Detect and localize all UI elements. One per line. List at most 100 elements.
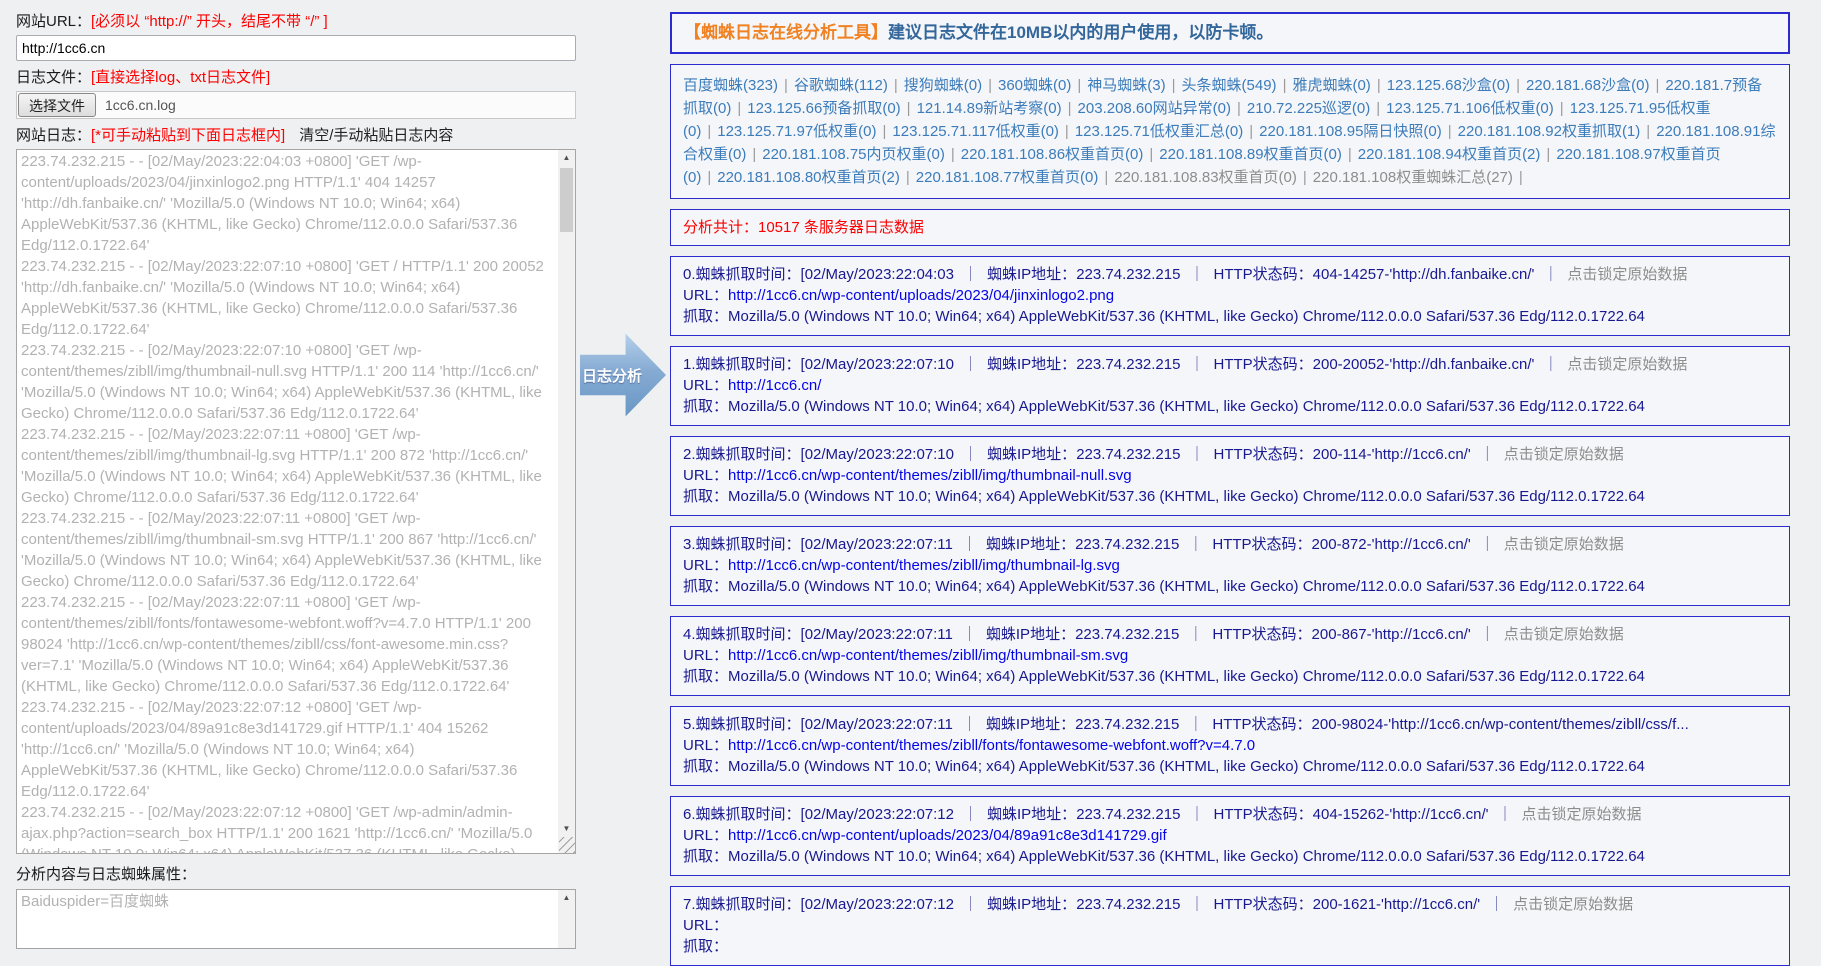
scrollbar-thumb[interactable] (560, 168, 573, 232)
resize-grip-icon[interactable] (559, 837, 575, 853)
spider-stat-link[interactable]: 头条蜘蛛(549) (1182, 77, 1277, 94)
entry-time-label: 蜘蛛抓取时间： (696, 266, 801, 283)
spider-stat-link[interactable]: 123.125.71低权重汇总(0) (1075, 123, 1243, 140)
entry-url-link[interactable]: http://1cc6.cn/wp-content/themes/zibll/f… (728, 737, 1255, 754)
log-textarea-scrollbar[interactable]: ▲ ▼ (558, 150, 575, 853)
spider-attr-label: 分析内容与日志蜘蛛属性： (16, 863, 578, 884)
lock-original-data-link[interactable]: 点击锁定原始数据 (1504, 536, 1624, 553)
entry-ua-value: Mozilla/5.0 (Windows NT 10.0; Win64; x64… (728, 758, 1645, 775)
separator: | (894, 77, 898, 94)
scrollbar-up-icon[interactable]: ▲ (558, 150, 575, 166)
entry-url-link[interactable]: http://1cc6.cn/wp-content/themes/zibll/i… (728, 557, 1120, 574)
entry-time-label: 蜘蛛抓取时间： (696, 446, 801, 463)
lock-original-data-link[interactable]: 点击锁定原始数据 (1513, 896, 1633, 913)
spider-stat-link[interactable]: 220.181.68沙盒(0) (1526, 77, 1649, 94)
entry-url-line: URL：http://1cc6.cn/wp-content/themes/zib… (683, 645, 1777, 666)
spider-stat-link[interactable]: 谷歌蜘蛛(112) (794, 77, 888, 94)
spider-stat-link[interactable]: 220.181.108.86权重首页(0) (961, 146, 1144, 163)
entry-index: 3. (683, 536, 696, 553)
file-input-row: 选择文件 1cc6.cn.log (16, 91, 576, 119)
entry-status-label: HTTP状态码： (1212, 626, 1311, 643)
lock-original-data-link[interactable]: 点击锁定原始数据 (1567, 356, 1687, 373)
spider-stat-link[interactable]: 雅虎蜘蛛(0) (1292, 77, 1370, 94)
spider-stat-link[interactable]: 123.125.68沙盒(0) (1387, 77, 1510, 94)
entry-url-link[interactable]: http://1cc6.cn/wp-content/uploads/2023/0… (728, 287, 1114, 304)
separator: | (906, 169, 910, 186)
entry-url-link[interactable]: http://1cc6.cn/wp-content/uploads/2023/0… (728, 827, 1167, 844)
spider-attr-textarea[interactable]: Baiduspider=百度蜘蛛 (16, 889, 576, 949)
log-entry: 3.蜘蛛抓取时间：[02/May/2023:22:07:11｜蜘蛛IP地址：22… (670, 526, 1790, 606)
lock-original-data-link[interactable]: 点击锁定原始数据 (1522, 806, 1642, 823)
spider-stat-link[interactable]: 220.181.108.80权重首页(2) (717, 169, 900, 186)
entry-url-label: URL： (683, 557, 728, 574)
spider-stat-link[interactable]: 123.125.71.97低权重(0) (717, 123, 876, 140)
separator: ｜ (962, 536, 977, 553)
entry-ua-label: 抓取： (683, 848, 728, 865)
separator: | (907, 100, 911, 117)
spider-stat-link[interactable]: 123.125.66预备抓取(0) (747, 100, 900, 117)
entry-meta-line: 7.蜘蛛抓取时间：[02/May/2023:22:07:12｜蜘蛛IP地址：22… (683, 894, 1777, 915)
log-entries: 0.蜘蛛抓取时间：[02/May/2023:22:04:03｜蜘蛛IP地址：22… (670, 256, 1790, 966)
spider-stat-link: 220.181.108权重蜘蛛汇总(27) (1313, 169, 1513, 186)
separator: | (1303, 169, 1307, 186)
entry-time-value: [02/May/2023:22:07:10 (801, 446, 954, 463)
spider-stat-link[interactable]: 220.181.108.92权重抓取(1) (1458, 123, 1641, 140)
entry-time-value: [02/May/2023:22:07:12 (801, 806, 954, 823)
weblog-label: 网站日志： (16, 127, 91, 144)
entry-url-link[interactable]: http://1cc6.cn/wp-content/themes/zibll/i… (728, 467, 1132, 484)
spider-stat-link[interactable]: 神马蜘蛛(3) (1087, 77, 1165, 94)
spider-stat-link[interactable]: 123.125.71.106低权重(0) (1386, 100, 1554, 117)
spider-stat-link[interactable]: 360蜘蛛(0) (998, 77, 1071, 94)
entry-url-link[interactable]: http://1cc6.cn/ (728, 377, 821, 394)
entry-time-value: [02/May/2023:22:04:03 (801, 266, 954, 283)
entry-url-label: URL： (683, 917, 728, 934)
scrollbar-track[interactable] (558, 906, 575, 948)
spider-stat-link[interactable]: 220.181.108.75内页权重(0) (762, 146, 945, 163)
entry-ip-value: 223.74.232.215 (1076, 266, 1180, 283)
lock-original-data-link[interactable]: 点击锁定原始数据 (1567, 266, 1687, 283)
spider-attr-textarea-wrap: Baiduspider=百度蜘蛛 ▲ (16, 889, 576, 949)
clear-paste-log-link[interactable]: 清空/手动粘贴日志内容 (299, 127, 453, 144)
spider-stat-link[interactable]: 210.72.225巡逻(0) (1247, 100, 1370, 117)
separator: ｜ (1480, 536, 1495, 553)
entry-index: 7. (683, 896, 696, 913)
entry-url-link[interactable]: http://1cc6.cn/wp-content/themes/zibll/i… (728, 647, 1128, 664)
locked-group: ｜点击锁定原始数据 (1471, 626, 1624, 643)
entry-url-label: URL： (683, 827, 728, 844)
entry-ua-value: Mozilla/5.0 (Windows NT 10.0; Win64; x64… (728, 308, 1645, 325)
entry-url-label: URL： (683, 467, 728, 484)
entry-time-label: 蜘蛛抓取时间： (696, 536, 801, 553)
entry-ua-label: 抓取： (683, 758, 728, 775)
log-analyze-button[interactable]: 日志分析 (580, 331, 666, 419)
spider-stat-link[interactable]: 220.181.108.95隔日快照(0) (1259, 123, 1442, 140)
entry-status-value: 200-872-'http://1cc6.cn/' (1312, 536, 1471, 553)
spider-stat-link[interactable]: 220.181.108.89权重首页(0) (1159, 146, 1342, 163)
logfile-hint: [直接选择log、txt日志文件] (91, 69, 270, 86)
spider-stat-link[interactable]: 121.14.89新站考察(0) (917, 100, 1062, 117)
entry-status-label: HTTP状态码： (1213, 446, 1312, 463)
scrollbar-up-icon[interactable]: ▲ (558, 890, 575, 906)
log-content-textarea[interactable]: 223.74.232.215 - - [02/May/2023:22:04:03… (16, 149, 576, 854)
spider-stat-link[interactable]: 百度蜘蛛(323) (683, 77, 778, 94)
separator: | (1068, 100, 1072, 117)
separator: | (1249, 123, 1253, 140)
lock-original-data-link[interactable]: 点击锁定原始数据 (1504, 626, 1624, 643)
scrollbar-track[interactable] (558, 166, 575, 821)
spider-stat-link[interactable]: 220.181.108.94权重首页(2) (1358, 146, 1541, 163)
entry-ua-value: Mozilla/5.0 (Windows NT 10.0; Win64; x64… (728, 488, 1645, 505)
separator: | (883, 123, 887, 140)
spider-stat-link[interactable]: 123.125.71.117低权重(0) (892, 123, 1059, 140)
entry-status-label: HTTP状态码： (1212, 716, 1311, 733)
log-entry: 5.蜘蛛抓取时间：[02/May/2023:22:07:11｜蜘蛛IP地址：22… (670, 706, 1790, 786)
lock-original-data-link[interactable]: 点击锁定原始数据 (1504, 446, 1624, 463)
choose-file-button[interactable]: 选择文件 (18, 93, 96, 117)
separator: ｜ (962, 626, 977, 643)
scrollbar-down-icon[interactable]: ▼ (558, 821, 575, 837)
entry-time-value: [02/May/2023:22:07:12 (801, 896, 954, 913)
spider-stat-link[interactable]: 220.181.108.77权重首页(0) (916, 169, 1099, 186)
site-url-input[interactable] (16, 35, 576, 61)
separator: | (1546, 146, 1550, 163)
spider-stat-link[interactable]: 203.208.60网站异常(0) (1078, 100, 1231, 117)
spider-attr-scrollbar[interactable]: ▲ (558, 890, 575, 948)
spider-stat-link[interactable]: 搜狗蜘蛛(0) (904, 77, 982, 94)
